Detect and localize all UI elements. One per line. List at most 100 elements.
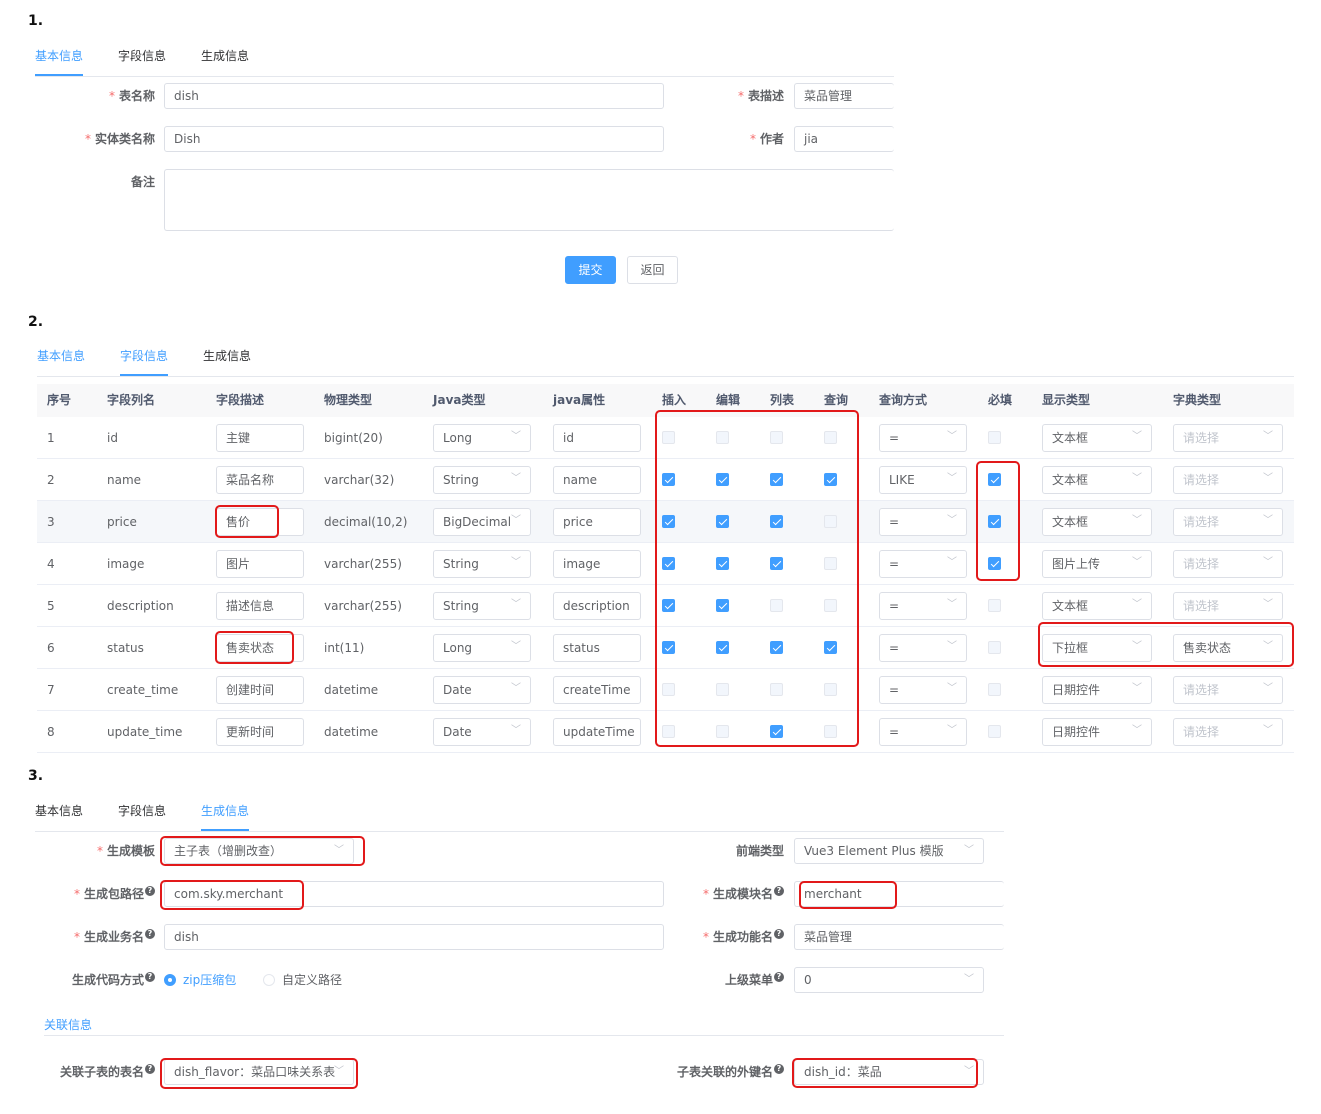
query-type-select[interactable]: = ﹀ — [879, 424, 967, 452]
author-input[interactable]: jia — [794, 126, 894, 152]
display-type-select[interactable]: 下拉框 ﹀ — [1042, 634, 1152, 662]
display-type-select[interactable]: 日期控件 ﹀ — [1042, 718, 1152, 746]
edit-checkbox[interactable] — [716, 431, 729, 444]
tab-gen-info[interactable]: 生成信息 — [201, 45, 249, 74]
dict-type-select[interactable]: 请选择 ﹀ — [1173, 424, 1283, 452]
tab-basic-info[interactable]: 基本信息 — [35, 800, 83, 829]
dict-type-select[interactable]: 请选择 ﹀ — [1173, 550, 1283, 578]
java-type-select[interactable]: String ﹀ — [433, 550, 531, 578]
back-button[interactable]: 返回 — [627, 256, 678, 284]
column-desc-input[interactable]: 菜品名称 — [216, 466, 304, 494]
query-type-select[interactable]: = ﹀ — [879, 718, 967, 746]
java-type-select[interactable]: String ﹀ — [433, 592, 531, 620]
gen-type-zip-label[interactable]: zip压缩包 — [183, 967, 236, 993]
tab-column-info[interactable]: 字段信息 — [120, 345, 169, 376]
insert-checkbox[interactable] — [662, 725, 675, 738]
required-checkbox[interactable] — [988, 599, 1001, 612]
query-checkbox[interactable] — [824, 473, 837, 486]
edit-checkbox[interactable] — [716, 557, 729, 570]
required-checkbox[interactable] — [988, 515, 1001, 528]
remark-textarea[interactable] — [164, 169, 894, 231]
query-type-select[interactable]: = ﹀ — [879, 592, 967, 620]
list-checkbox[interactable] — [770, 641, 783, 654]
java-field-input[interactable]: updateTime — [553, 718, 641, 746]
fk-name-select[interactable]: dish_id：菜品 ﹀ — [794, 1059, 984, 1085]
insert-checkbox[interactable] — [662, 641, 675, 654]
query-checkbox[interactable] — [824, 641, 837, 654]
dict-type-select[interactable]: 售卖状态 ﹀ — [1173, 634, 1283, 662]
list-checkbox[interactable] — [770, 473, 783, 486]
required-checkbox[interactable] — [988, 641, 1001, 654]
column-desc-input[interactable]: 主键 — [216, 424, 304, 452]
java-type-select[interactable]: Long ﹀ — [433, 634, 531, 662]
business-name-input[interactable]: dish — [164, 924, 664, 950]
display-type-select[interactable]: 文本框 ﹀ — [1042, 466, 1152, 494]
edit-checkbox[interactable] — [716, 473, 729, 486]
gen-type-zip-radio[interactable] — [164, 974, 176, 986]
insert-checkbox[interactable] — [662, 431, 675, 444]
query-checkbox[interactable] — [824, 683, 837, 696]
tab-gen-info[interactable]: 生成信息 — [201, 800, 250, 831]
frontend-type-select[interactable]: Vue3 Element Plus 模版 ﹀ — [794, 838, 984, 864]
java-type-select[interactable]: String ﹀ — [433, 466, 531, 494]
edit-checkbox[interactable] — [716, 725, 729, 738]
column-desc-input[interactable]: 图片 — [216, 550, 304, 578]
dict-type-select[interactable]: 请选择 ﹀ — [1173, 718, 1283, 746]
query-type-select[interactable]: = ﹀ — [879, 634, 967, 662]
java-type-select[interactable]: Date ﹀ — [433, 676, 531, 704]
dict-type-select[interactable]: 请选择 ﹀ — [1173, 676, 1283, 704]
query-checkbox[interactable] — [824, 515, 837, 528]
java-field-input[interactable]: id — [553, 424, 641, 452]
submit-button[interactable]: 提交 — [565, 256, 616, 284]
sub-table-select[interactable]: dish_flavor：菜品口味关系表 ﹀ — [164, 1059, 354, 1085]
query-checkbox[interactable] — [824, 431, 837, 444]
list-checkbox[interactable] — [770, 599, 783, 612]
display-type-select[interactable]: 日期控件 ﹀ — [1042, 676, 1152, 704]
package-path-input[interactable]: com.sky.merchant — [164, 881, 664, 907]
tab-column-info[interactable]: 字段信息 — [118, 800, 166, 829]
display-type-select[interactable]: 文本框 ﹀ — [1042, 424, 1152, 452]
tab-basic-info[interactable]: 基本信息 — [37, 345, 85, 374]
class-name-input[interactable]: Dish — [164, 126, 664, 152]
edit-checkbox[interactable] — [716, 683, 729, 696]
tab-gen-info[interactable]: 生成信息 — [203, 345, 251, 374]
required-checkbox[interactable] — [988, 683, 1001, 696]
display-type-select[interactable]: 图片上传 ﹀ — [1042, 550, 1152, 578]
list-checkbox[interactable] — [770, 725, 783, 738]
query-checkbox[interactable] — [824, 557, 837, 570]
edit-checkbox[interactable] — [716, 599, 729, 612]
dict-type-select[interactable]: 请选择 ﹀ — [1173, 592, 1283, 620]
list-checkbox[interactable] — [770, 515, 783, 528]
list-checkbox[interactable] — [770, 683, 783, 696]
parent-menu-select[interactable]: 0 ﹀ — [794, 967, 984, 993]
column-desc-input[interactable]: 创建时间 — [216, 676, 304, 704]
insert-checkbox[interactable] — [662, 515, 675, 528]
java-field-input[interactable]: status — [553, 634, 641, 662]
java-field-input[interactable]: price — [553, 508, 641, 536]
insert-checkbox[interactable] — [662, 683, 675, 696]
query-type-select[interactable]: = ﹀ — [879, 676, 967, 704]
list-checkbox[interactable] — [770, 557, 783, 570]
insert-checkbox[interactable] — [662, 473, 675, 486]
column-desc-input[interactable]: 售卖状态 — [216, 634, 304, 662]
function-name-input[interactable]: 菜品管理 — [794, 924, 1004, 950]
table-name-input[interactable]: dish — [164, 83, 664, 109]
required-checkbox[interactable] — [988, 473, 1001, 486]
edit-checkbox[interactable] — [716, 641, 729, 654]
gen-type-path-label[interactable]: 自定义路径 — [282, 967, 342, 993]
query-type-select[interactable]: = ﹀ — [879, 508, 967, 536]
java-type-select[interactable]: Date ﹀ — [433, 718, 531, 746]
query-checkbox[interactable] — [824, 725, 837, 738]
query-type-select[interactable]: = ﹀ — [879, 550, 967, 578]
java-field-input[interactable]: image — [553, 550, 641, 578]
gen-type-path-radio[interactable] — [263, 974, 275, 986]
required-checkbox[interactable] — [988, 725, 1001, 738]
dict-type-select[interactable]: 请选择 ﹀ — [1173, 466, 1283, 494]
display-type-select[interactable]: 文本框 ﹀ — [1042, 592, 1152, 620]
module-name-input[interactable]: merchant — [794, 881, 1004, 907]
column-desc-input[interactable]: 描述信息 — [216, 592, 304, 620]
column-desc-input[interactable]: 售价 — [216, 508, 304, 536]
required-checkbox[interactable] — [988, 557, 1001, 570]
required-checkbox[interactable] — [988, 431, 1001, 444]
gen-template-select[interactable]: 主子表（增删改查） ﹀ — [164, 838, 354, 864]
